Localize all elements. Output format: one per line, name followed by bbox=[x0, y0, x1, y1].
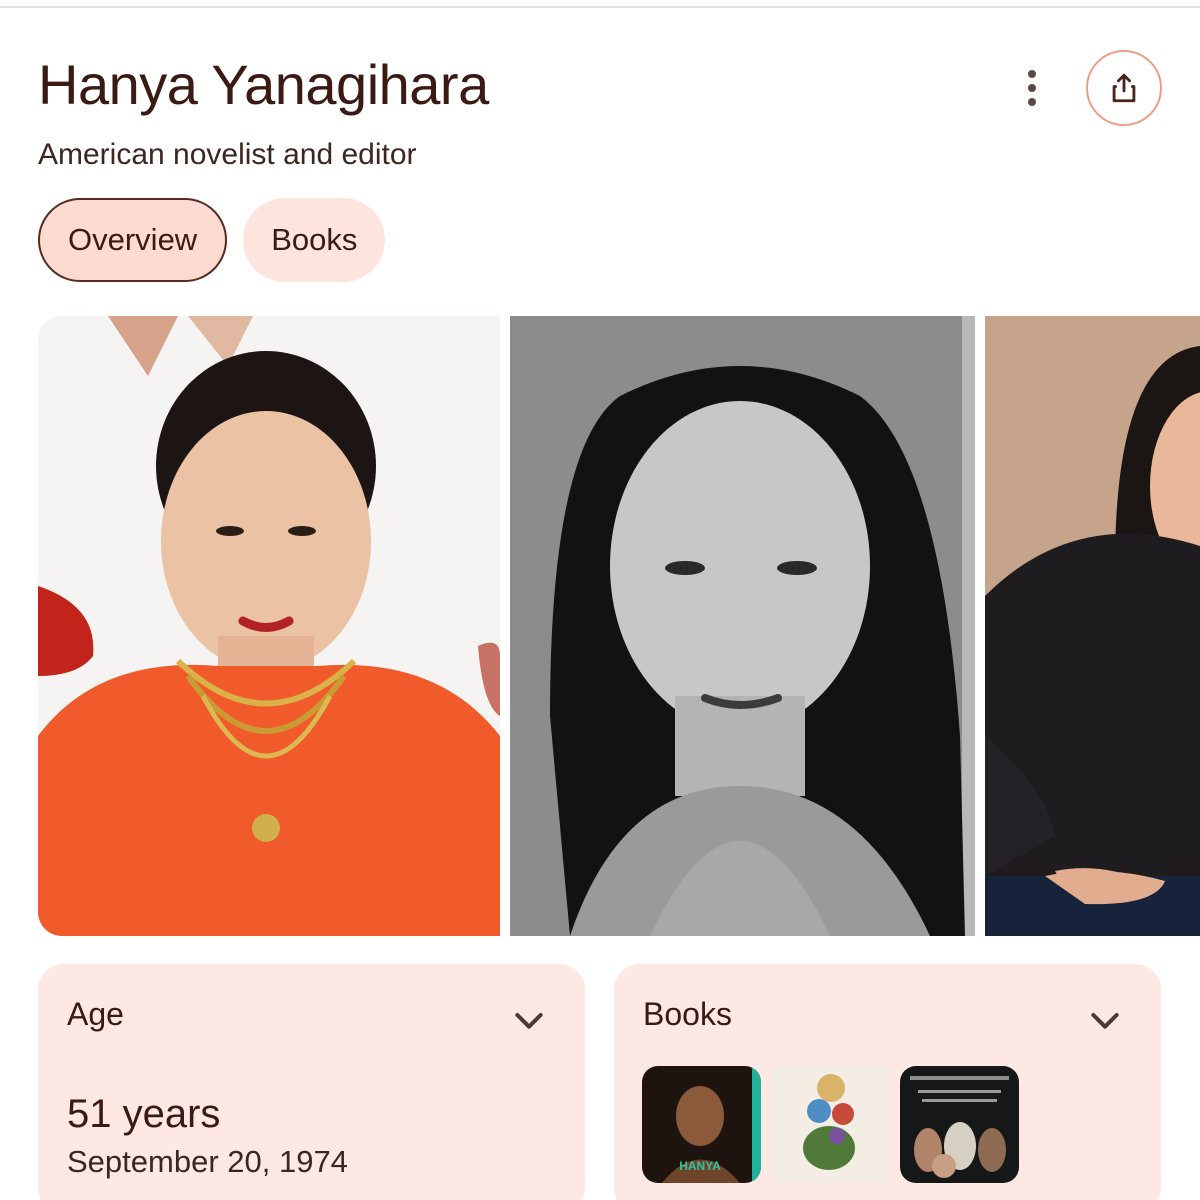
age-card[interactable]: Age 51 years September 20, 1974 bbox=[38, 964, 585, 1200]
books-card[interactable]: Books HANYA bbox=[614, 964, 1161, 1200]
chevron-down-icon[interactable] bbox=[509, 1000, 549, 1040]
gallery-image-3[interactable] bbox=[985, 316, 1200, 936]
image-gallery[interactable] bbox=[38, 316, 1200, 936]
age-card-title: Age bbox=[67, 996, 124, 1032]
more-vert-icon-dot bbox=[1028, 98, 1036, 106]
share-icon bbox=[1112, 73, 1136, 103]
portrait-photo-black-and-white bbox=[510, 316, 975, 936]
chevron-down-icon[interactable] bbox=[1085, 1000, 1125, 1040]
book-cover-thumbnail[interactable] bbox=[771, 1066, 890, 1183]
book-cover-image: HANYA bbox=[642, 1066, 761, 1183]
tab-books[interactable]: Books bbox=[243, 198, 386, 282]
book-cover-text: HANYA bbox=[679, 1159, 721, 1173]
top-divider bbox=[0, 6, 1200, 8]
tab-bar: Overview Books bbox=[38, 198, 386, 282]
more-vert-icon-dot bbox=[1028, 84, 1036, 92]
age-value: 51 years bbox=[67, 1092, 221, 1136]
book-cover-thumbnail[interactable] bbox=[900, 1066, 1019, 1183]
share-button[interactable] bbox=[1086, 50, 1162, 126]
portrait-photo-seated bbox=[985, 316, 1200, 936]
gallery-image-2[interactable] bbox=[510, 316, 975, 936]
more-options-button[interactable] bbox=[1008, 64, 1056, 112]
book-thumbnails: HANYA bbox=[642, 1066, 1019, 1183]
book-cover-image bbox=[900, 1066, 1019, 1183]
portrait-photo-red-dress bbox=[38, 316, 500, 936]
tab-overview[interactable]: Overview bbox=[38, 198, 228, 282]
book-cover-image bbox=[771, 1066, 890, 1183]
books-card-title: Books bbox=[643, 996, 732, 1032]
page-subtitle: American novelist and editor bbox=[38, 138, 417, 171]
birth-date: September 20, 1974 bbox=[67, 1144, 348, 1179]
book-cover-thumbnail[interactable]: HANYA bbox=[642, 1066, 761, 1183]
more-vert-icon-dot bbox=[1028, 70, 1036, 78]
page-title: Hanya Yanagihara bbox=[38, 53, 489, 116]
gallery-image-1[interactable] bbox=[38, 316, 500, 936]
